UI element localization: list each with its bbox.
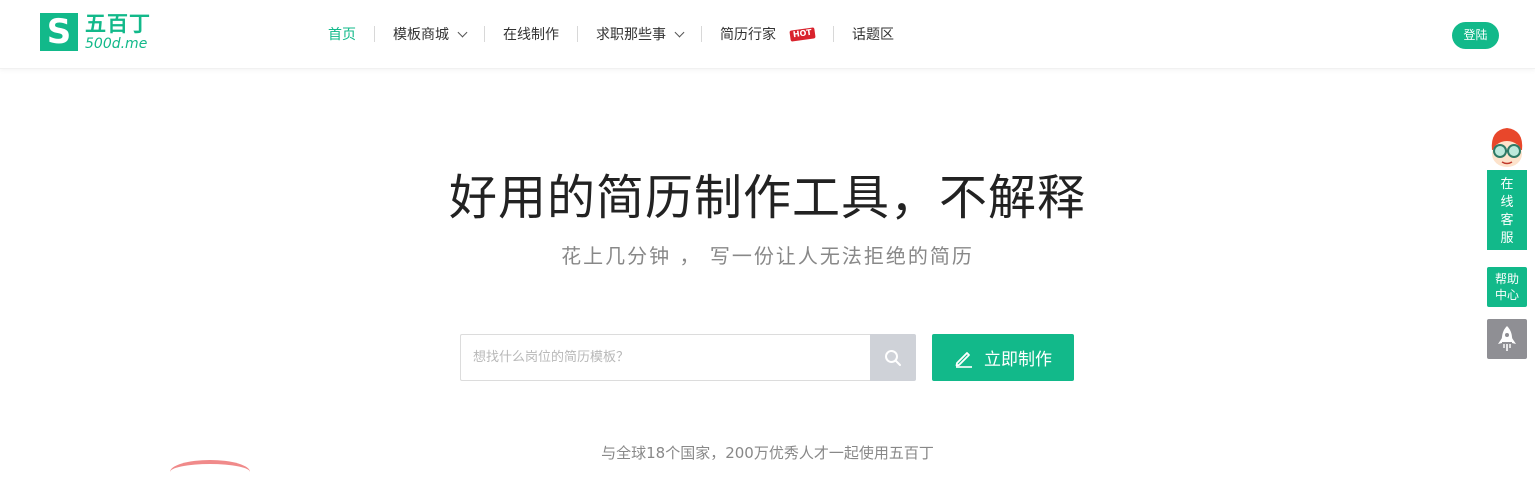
nav-item-label: 在线制作	[503, 27, 559, 43]
decorative-arc	[170, 460, 250, 484]
hot-badge-icon: HOT	[789, 26, 816, 42]
nav-item-home[interactable]: 首页	[310, 24, 374, 44]
site-header: S 五百丁 500d.me 首页 模板商城 在线制作 求职那些事 简历行家 HO…	[0, 0, 1535, 69]
main-nav: 首页 模板商城 在线制作 求职那些事 简历行家 HOT 话题区	[310, 0, 912, 68]
help-center-button[interactable]: 帮助 中心	[1487, 267, 1527, 307]
template-search	[460, 334, 916, 381]
make-now-button[interactable]: 立即制作	[932, 334, 1074, 381]
rocket-icon	[1498, 326, 1516, 351]
search-button[interactable]	[870, 334, 916, 381]
chevron-down-icon	[457, 27, 468, 37]
nav-item-label: 话题区	[851, 27, 894, 43]
help-line: 帮助	[1494, 272, 1519, 286]
logo-mark-icon: S	[40, 13, 78, 51]
search-input[interactable]	[460, 334, 870, 381]
logo-name-cn: 五百丁	[85, 11, 151, 36]
cs-char: 客	[1500, 213, 1514, 228]
login-button[interactable]: 登陆	[1452, 22, 1499, 49]
nav-item-label: 求职那些事	[596, 27, 666, 43]
cs-char: 在	[1500, 177, 1514, 192]
hero-subtitle: 花上几分钟 ， 写一份让人无法拒绝的简历	[561, 244, 974, 268]
mascot-avatar-icon[interactable]	[1486, 124, 1528, 172]
user-stats-line: 与全球18个国家，200万优秀人才一起使用五百丁	[601, 444, 934, 462]
nav-item-template-store[interactable]: 模板商城	[375, 24, 484, 44]
logo-name-en: 500d.me	[85, 35, 148, 52]
make-now-label: 立即制作	[984, 350, 1052, 370]
brand-logo[interactable]: S 五百丁 500d.me	[40, 12, 151, 52]
hero-title: 好用的简历制作工具，不解释	[448, 170, 1086, 226]
help-line: 中心	[1494, 288, 1519, 302]
cs-char: 线	[1500, 195, 1514, 210]
nav-item-topics[interactable]: 话题区	[834, 24, 912, 44]
nav-item-label: 简历行家	[720, 27, 776, 43]
nav-item-resume-experts[interactable]: 简历行家 HOT	[702, 24, 833, 44]
pencil-icon	[954, 348, 974, 368]
chevron-down-icon	[674, 27, 685, 37]
logo-text: 五百丁 500d.me	[85, 11, 151, 52]
search-icon	[885, 349, 901, 366]
nav-item-label: 模板商城	[393, 27, 449, 43]
nav-item-online-make[interactable]: 在线制作	[485, 24, 577, 44]
cs-char: 服	[1500, 231, 1514, 246]
online-customer-service-button[interactable]: 在 线 客 服	[1487, 170, 1527, 250]
back-to-top-button[interactable]	[1487, 319, 1527, 359]
nav-item-label: 首页	[328, 27, 356, 43]
nav-item-job-tips[interactable]: 求职那些事	[578, 24, 701, 44]
